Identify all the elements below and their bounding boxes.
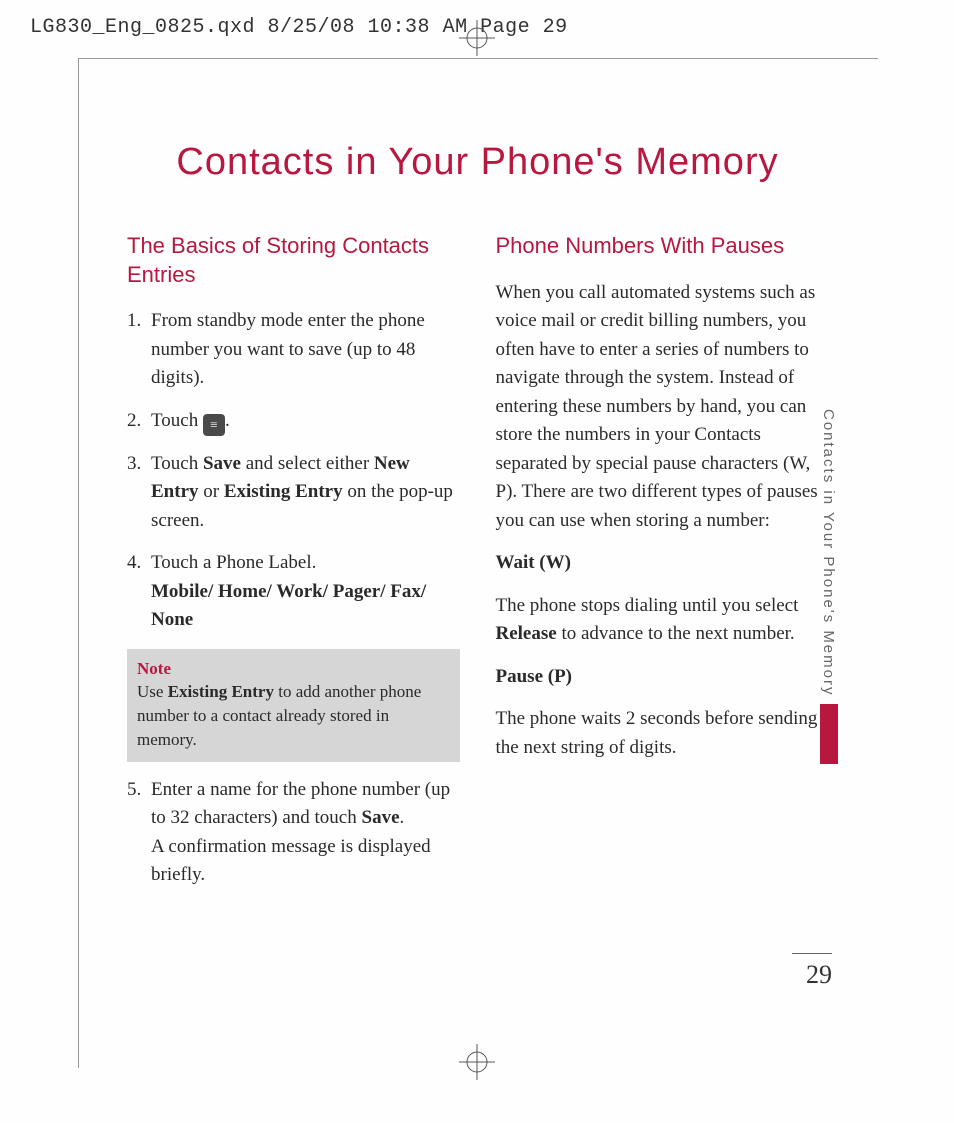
step-body: Touch Save and select either New Entry o… xyxy=(151,450,460,536)
crop-mark-top-icon xyxy=(459,20,495,61)
page-frame: Contacts in Your Phone's Memory The Basi… xyxy=(78,58,878,1068)
step-body: Touch a Phone Label. Mobile/ Home/ Work/… xyxy=(151,549,460,635)
bold-text: Existing Entry xyxy=(224,481,343,502)
step-number: 1. xyxy=(127,307,151,393)
text: Enter a name for the phone number (up to… xyxy=(151,779,450,829)
step-number: 3. xyxy=(127,450,151,536)
step-number: 5. xyxy=(127,776,151,890)
section-heading-storing: The Basics of Storing Contacts Entries xyxy=(127,232,460,289)
bold-text: Release xyxy=(496,623,557,644)
step-number: 4. xyxy=(127,549,151,635)
text: . xyxy=(400,807,405,828)
step-body: Touch ≡. xyxy=(151,407,460,436)
subheading-pause: Pause (P) xyxy=(496,663,829,692)
step-3: 3. Touch Save and select either New Entr… xyxy=(127,450,460,536)
text: Use xyxy=(137,682,168,701)
text: to advance to the next number. xyxy=(557,623,795,644)
step-body: From standby mode enter the phone number… xyxy=(151,307,460,393)
text: and select either xyxy=(241,453,374,474)
crop-mark-bottom-icon xyxy=(459,1044,495,1085)
right-column: Phone Numbers With Pauses When you call … xyxy=(496,232,829,904)
side-tab-label: Contacts in Your Phone's Memory xyxy=(820,409,837,696)
side-tab-marker xyxy=(820,704,838,764)
step-body: Enter a name for the phone number (up to… xyxy=(151,776,460,890)
bold-text: Existing Entry xyxy=(168,682,274,701)
page-number: 29 xyxy=(792,953,832,990)
wait-paragraph: The phone stops dialing until you select… xyxy=(496,592,829,649)
pause-paragraph: The phone waits 2 seconds before sending… xyxy=(496,705,829,762)
section-heading-pauses: Phone Numbers With Pauses xyxy=(496,232,829,261)
bold-text: Mobile/ Home/ Work/ Pager/ Fax/ None xyxy=(151,581,426,631)
note-label: Note xyxy=(137,657,450,681)
bold-text: Save xyxy=(362,807,400,828)
menu-icon: ≡ xyxy=(203,414,225,436)
page-title: Contacts in Your Phone's Memory xyxy=(127,141,828,184)
step-1: 1. From standby mode enter the phone num… xyxy=(127,307,460,393)
text: The phone stops dialing until you select xyxy=(496,595,799,616)
text: . xyxy=(225,410,230,431)
text: A confirmation message is displayed brie… xyxy=(151,836,431,886)
step-5: 5. Enter a name for the phone number (up… xyxy=(127,776,460,890)
text: Touch a Phone Label. xyxy=(151,552,316,573)
text: or xyxy=(199,481,224,502)
intro-paragraph: When you call automated systems such as … xyxy=(496,279,829,536)
note-box: Note Use Existing Entry to add another p… xyxy=(127,649,460,762)
side-tab: Contacts in Your Phone's Memory xyxy=(820,409,838,764)
step-number: 2. xyxy=(127,407,151,436)
step-2: 2. Touch ≡. xyxy=(127,407,460,436)
left-column: The Basics of Storing Contacts Entries 1… xyxy=(127,232,460,904)
text: Touch xyxy=(151,410,203,431)
subheading-wait: Wait (W) xyxy=(496,549,829,578)
bold-text: Save xyxy=(203,453,241,474)
step-4: 4. Touch a Phone Label. Mobile/ Home/ Wo… xyxy=(127,549,460,635)
text: Touch xyxy=(151,453,203,474)
